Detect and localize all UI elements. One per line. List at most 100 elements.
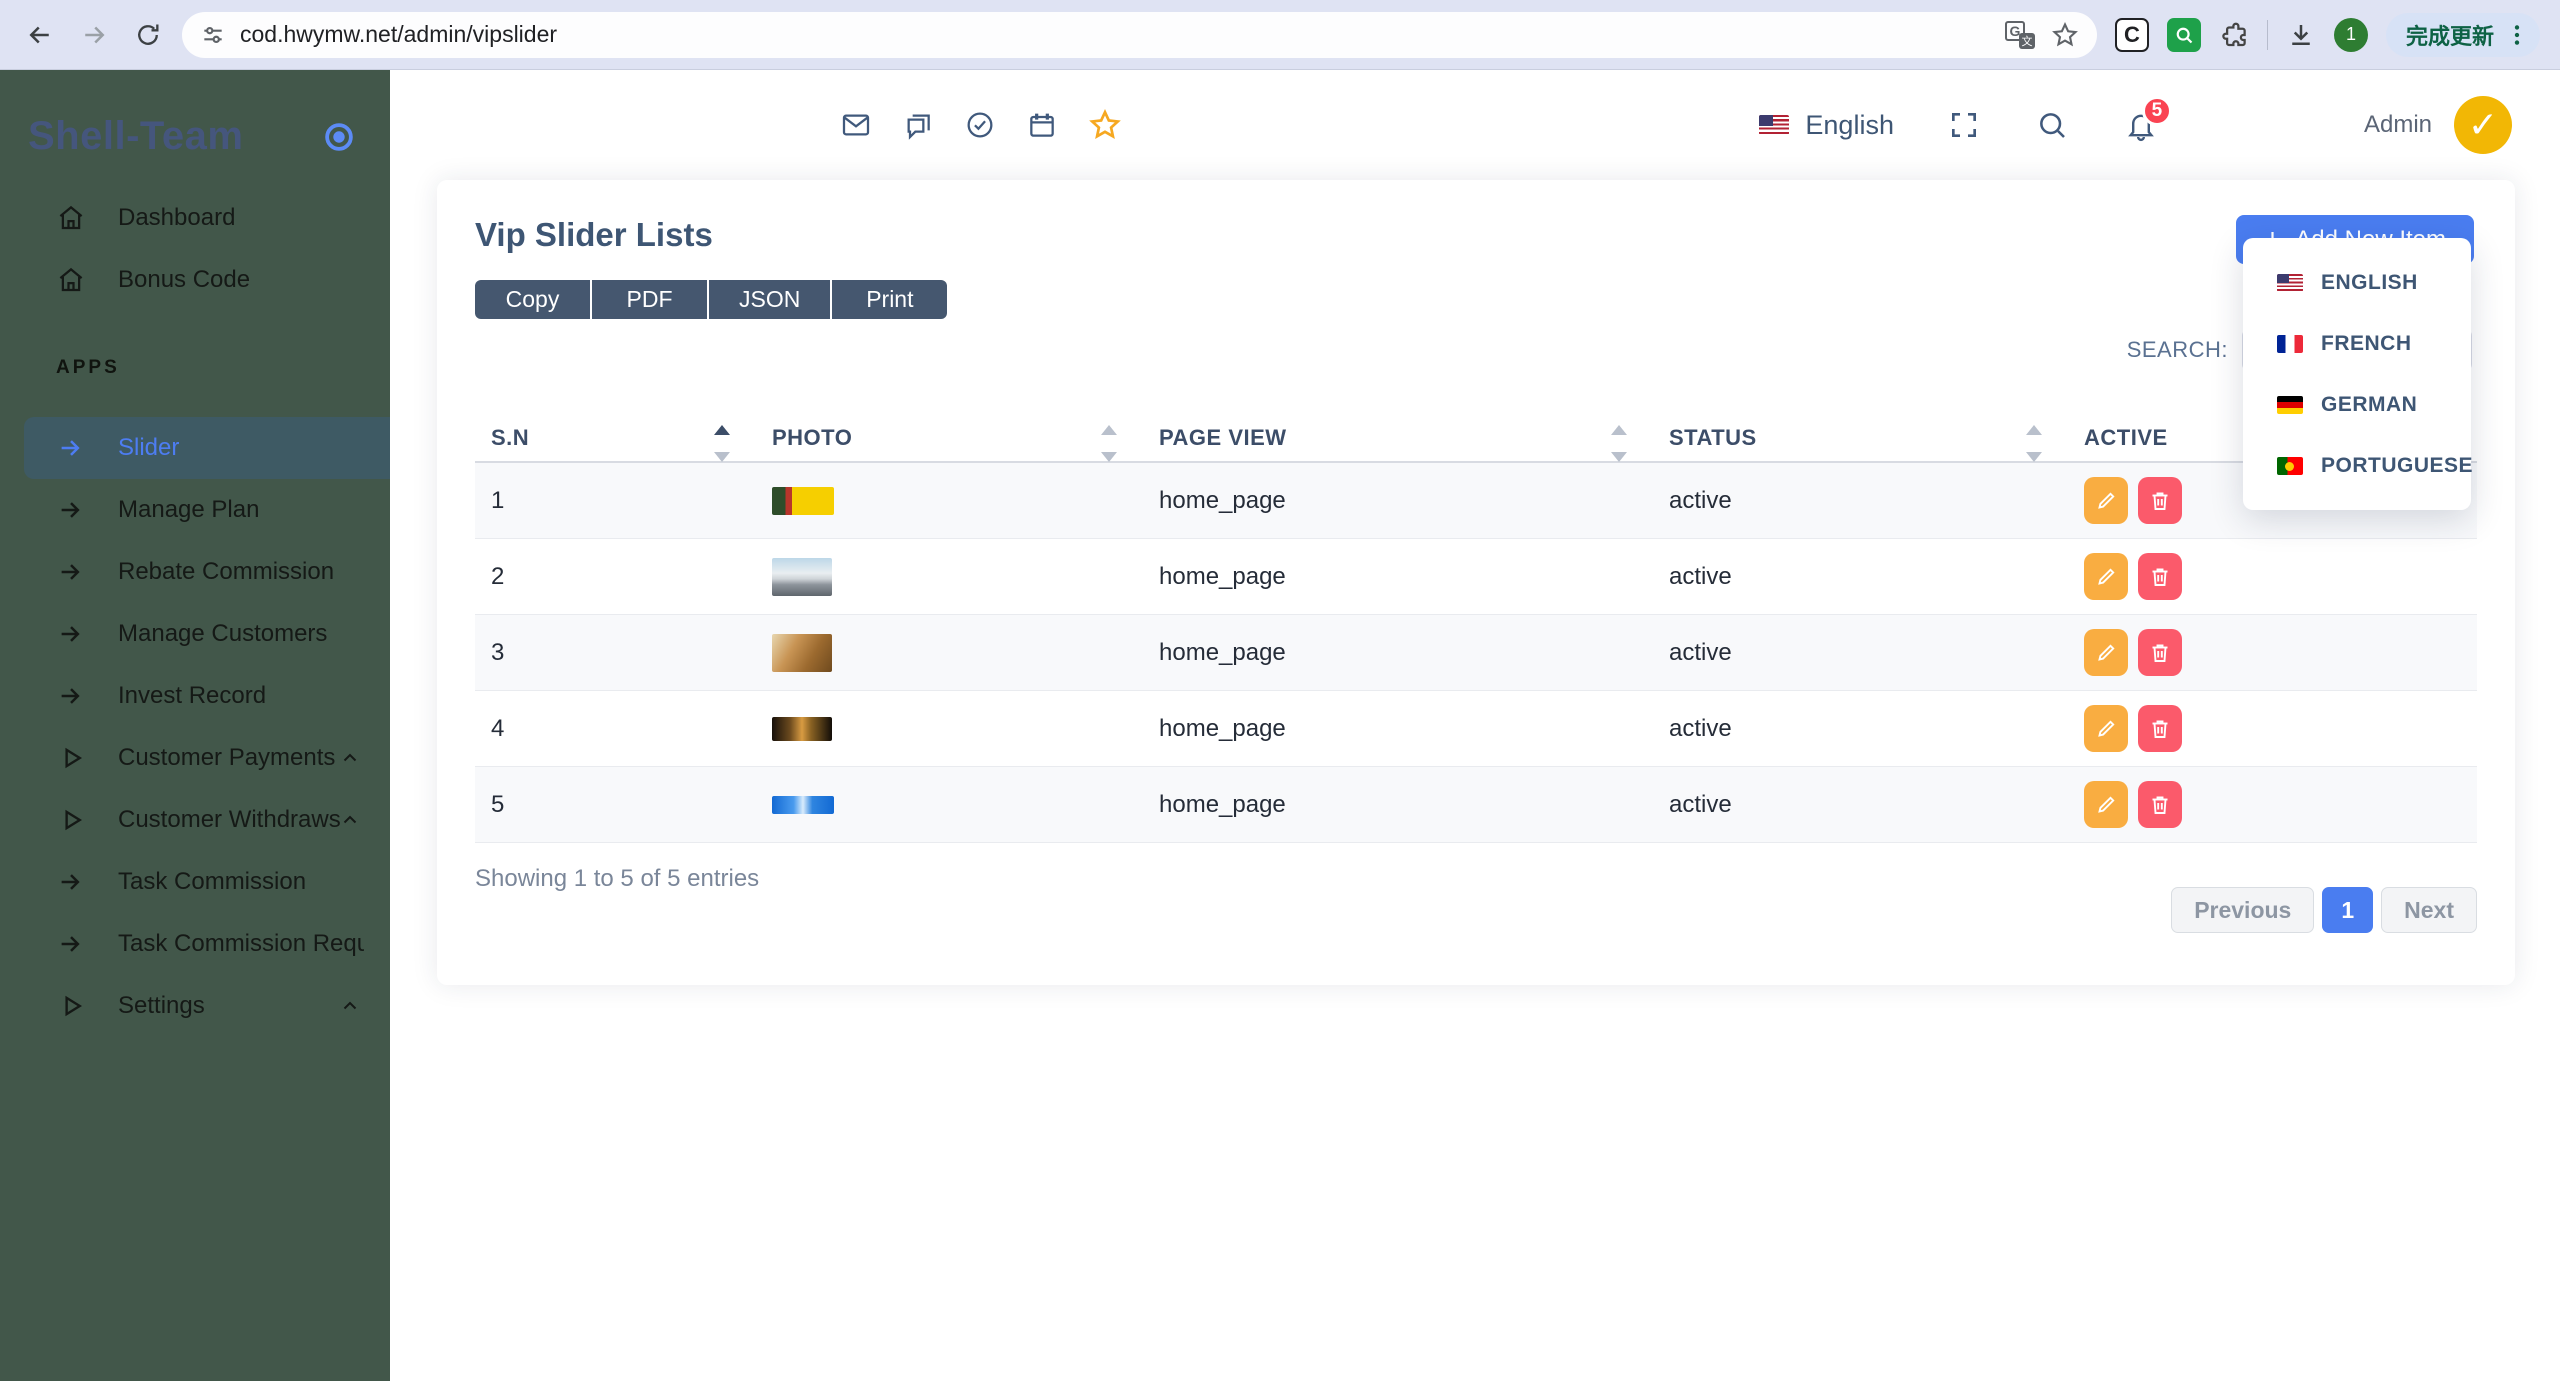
mail-icon[interactable] [840, 109, 872, 141]
chevron-up-icon [338, 746, 362, 770]
arrow-icon [56, 867, 86, 897]
browser-forward-icon[interactable] [74, 15, 114, 55]
cell-photo [756, 716, 1143, 741]
sidebar-item-invest-record[interactable]: Invest Record [0, 665, 390, 727]
trash-icon [2148, 641, 2172, 665]
chat-icon[interactable] [902, 109, 934, 141]
extension-c-icon[interactable]: C [2114, 17, 2149, 52]
url-text[interactable]: cod.hwymw.net/admin/vipslider [240, 21, 1999, 48]
slider-table: S.N PHOTO PAGE VIEW STATUS ACTIVE 1 home… [475, 425, 2477, 843]
column-header-photo[interactable]: PHOTO [756, 425, 1143, 462]
triangle-icon [56, 743, 86, 773]
sidebar-item-slider[interactable]: Slider [24, 417, 390, 479]
column-header-status[interactable]: STATUS [1653, 425, 2068, 462]
edit-button[interactable] [2084, 781, 2128, 828]
cell-photo [756, 633, 1143, 672]
pencil-icon [2094, 565, 2118, 589]
sidebar-item-task-commission[interactable]: Task Commission [0, 851, 390, 913]
cell-actions [2068, 553, 2477, 600]
language-selector[interactable]: English [1759, 110, 1894, 141]
delete-button[interactable] [2138, 477, 2182, 524]
sidebar-item-customer-payments[interactable]: Customer Payments [0, 727, 390, 789]
browser-back-icon[interactable] [20, 15, 60, 55]
sidebar-toggle-icon[interactable] [320, 118, 358, 156]
cell-sn: 2 [491, 562, 505, 590]
delete-button[interactable] [2138, 629, 2182, 676]
delete-button[interactable] [2138, 781, 2182, 828]
pdf-export-button[interactable]: PDF [592, 280, 707, 319]
browser-refresh-icon[interactable] [128, 15, 168, 55]
notification-badge: 5 [2141, 96, 2172, 126]
next-page-button[interactable]: Next [2381, 887, 2477, 933]
delete-button[interactable] [2138, 553, 2182, 600]
slider-photo-thumbnail [772, 633, 832, 672]
trash-icon [2148, 489, 2172, 513]
entries-summary: Showing 1 to 5 of 5 entries [475, 865, 760, 892]
sidebar-item-task-commission-request[interactable]: Task Commission Request [0, 913, 390, 975]
fr-flag-icon [2277, 334, 2303, 353]
edit-button[interactable] [2084, 477, 2128, 524]
home-icon [56, 265, 86, 295]
cell-page-view: home_page [1159, 714, 1286, 742]
check-circle-icon[interactable] [964, 109, 996, 141]
column-header-pageview[interactable]: PAGE VIEW [1143, 425, 1653, 462]
favorite-star-icon[interactable] [1088, 108, 1122, 142]
delete-button[interactable] [2138, 705, 2182, 752]
chevron-up-icon [338, 808, 362, 832]
browser-profile-avatar[interactable]: 1 [2333, 17, 2368, 52]
toolbar-divider [2266, 19, 2268, 50]
table-row: 4 home_page active [475, 691, 2477, 767]
sidebar-item-label: Rebate Commission [118, 558, 335, 585]
address-bar[interactable]: cod.hwymw.net/admin/vipslider G文 [182, 11, 2097, 58]
cell-status: active [1669, 790, 1732, 818]
search-icon[interactable] [2036, 109, 2068, 141]
sidebar-item-label: Slider [118, 434, 180, 461]
site-settings-icon[interactable] [200, 22, 226, 48]
arrow-icon [56, 433, 86, 463]
language-option-english[interactable]: ENGLISH [2243, 252, 2471, 313]
cell-sn: 5 [491, 790, 505, 818]
us-flag-icon [1759, 115, 1790, 135]
sidebar-item-bonus-code[interactable]: Bonus Code [0, 249, 390, 311]
brand-title: Shell-Team [28, 114, 244, 158]
sidebar-item-label: Customer Withdraws [118, 806, 341, 833]
sidebar-item-manage-plan[interactable]: Manage Plan [0, 479, 390, 541]
print-export-button[interactable]: Print [832, 280, 948, 319]
browser-update-chip[interactable]: 完成更新 [2385, 12, 2540, 57]
fullscreen-icon[interactable] [1948, 109, 1980, 141]
edit-button[interactable] [2084, 629, 2128, 676]
sidebar-item-rebate-commission[interactable]: Rebate Commission [0, 541, 390, 603]
language-option-french[interactable]: FRENCH [2243, 313, 2471, 374]
notifications-bell-icon[interactable]: 5 [2124, 96, 2172, 142]
sidebar-section-label: APPS [56, 357, 120, 378]
slider-photo-thumbnail [772, 795, 834, 814]
edit-button[interactable] [2084, 705, 2128, 752]
extension-search-icon[interactable] [2166, 17, 2201, 52]
calendar-icon[interactable] [1026, 109, 1058, 141]
sidebar-item-settings[interactable]: Settings [0, 975, 390, 1037]
user-avatar[interactable]: ✓ [2454, 96, 2512, 154]
browser-menu-kebab-icon[interactable] [2504, 22, 2530, 48]
sidebar-item-dashboard[interactable]: Dashboard [0, 187, 390, 249]
arrow-icon [56, 619, 86, 649]
bookmark-star-icon[interactable] [2051, 21, 2079, 49]
sidebar-item-manage-customers[interactable]: Manage Customers [0, 603, 390, 665]
search-label: SEARCH: [2126, 337, 2228, 362]
edit-button[interactable] [2084, 553, 2128, 600]
column-header-sn[interactable]: S.N [475, 425, 756, 462]
json-export-button[interactable]: JSON [709, 280, 831, 319]
language-option-german[interactable]: GERMAN [2243, 374, 2471, 435]
sidebar-item-customer-withdraws[interactable]: Customer Withdraws [0, 789, 390, 851]
sidebar-item-label: Dashboard [118, 204, 236, 231]
extensions-puzzle-icon[interactable] [2219, 20, 2249, 50]
copy-export-button[interactable]: Copy [475, 280, 590, 319]
sidebar-item-label: Task Commission Request [118, 930, 364, 957]
cell-page-view: home_page [1159, 638, 1286, 666]
downloads-icon[interactable] [2286, 20, 2316, 50]
vip-slider-card: Vip Slider Lists CopyPDFJSONPrint + Add … [437, 180, 2515, 985]
translate-icon[interactable]: G文 [2004, 20, 2035, 49]
previous-page-button[interactable]: Previous [2171, 887, 2315, 933]
sidebar-item-label: Customer Payments [118, 744, 336, 771]
language-option-portuguese[interactable]: PORTUGUESE [2243, 435, 2473, 496]
page-1-button[interactable]: 1 [2322, 887, 2374, 933]
